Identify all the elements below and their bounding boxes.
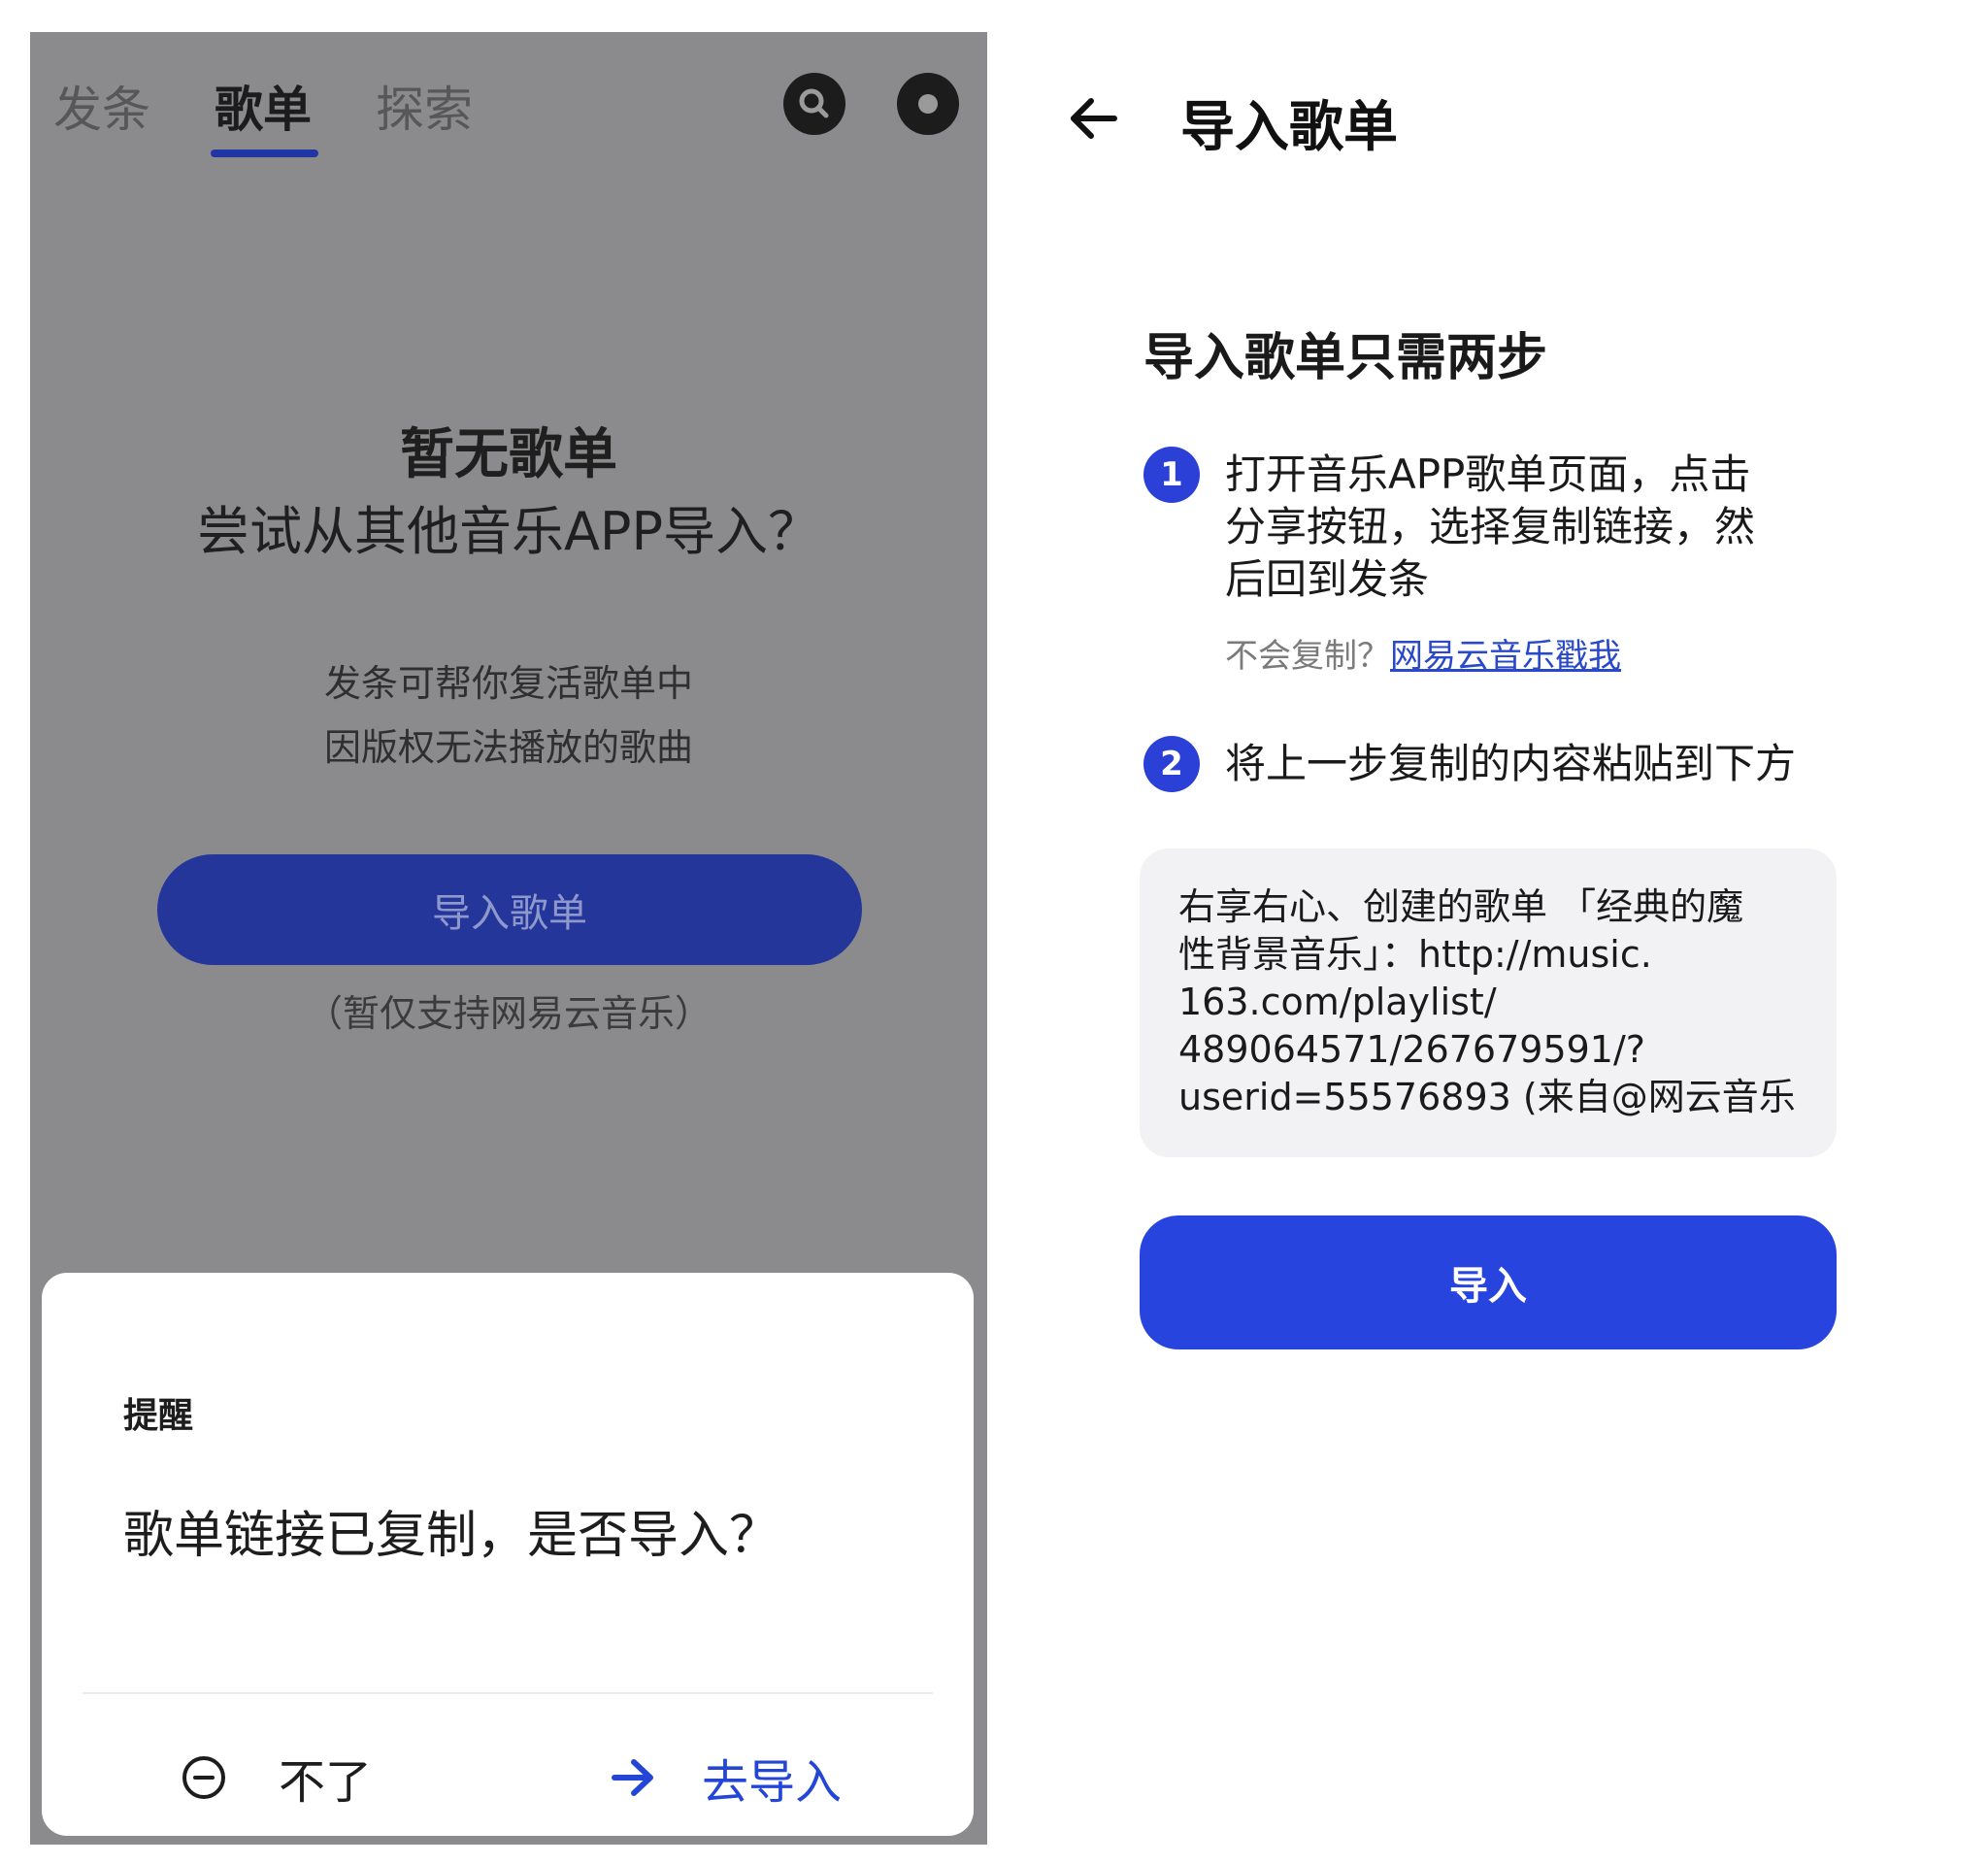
- confirm-import-dialog: 提醒 歌单链接已复制，是否导入？ 不了 去导入: [42, 1273, 974, 1836]
- back-arrow-icon[interactable]: [1066, 89, 1124, 148]
- record-icon: [918, 94, 938, 114]
- playlist-screen-with-dialog: 发条 歌单 探索 暂无歌单 尝试从其他音乐APP导入？ 发条可帮你复活歌单中 因…: [30, 32, 987, 1845]
- arrow-right-icon: [612, 1759, 653, 1796]
- empty-state-desc-2: 因版权无法播放的歌曲: [323, 726, 693, 769]
- paste-line: 489064571/267679591/?: [1178, 1028, 1645, 1071]
- step-2-badge: 2: [1143, 736, 1200, 792]
- search-button[interactable]: [783, 73, 845, 135]
- dialog-title: 提醒: [123, 1396, 194, 1436]
- active-tab-indicator: [211, 150, 318, 157]
- steps-heading: 导入歌单只需两步: [1143, 329, 1548, 387]
- copy-help-prefix: 不会复制？: [1225, 637, 1390, 676]
- empty-state-subtitle: 尝试从其他音乐APP导入？: [196, 501, 821, 562]
- import-button[interactable]: 导入: [1140, 1215, 1837, 1349]
- paste-line: 右享右心、创建的歌单 「经典的魔: [1178, 885, 1744, 928]
- support-note: （暂仅支持网易云音乐）: [305, 992, 712, 1035]
- step-1-line-1: 打开音乐APP歌单页面，点击: [1225, 450, 1751, 498]
- step-1-line-2: 分享按钮，选择复制链接，然: [1225, 503, 1756, 550]
- step-2-text: 将上一步复制的内容粘贴到下方: [1225, 740, 1797, 787]
- empty-state-desc-1: 发条可帮你复活歌单中: [323, 662, 693, 705]
- paste-line: 性背景音乐」：http://music.: [1178, 933, 1652, 976]
- step-1-line-3: 后回到发条: [1225, 555, 1430, 603]
- step-1-text: 打开音乐APP歌单页面，点击 分享按钮，选择复制链接，然 后回到发条: [1225, 449, 1755, 606]
- go-import-button[interactable]: 去导入: [609, 1731, 842, 1824]
- search-icon: [799, 88, 829, 118]
- dialog-message: 歌单链接已复制，是否导入？: [123, 1507, 780, 1565]
- tab-fatiao[interactable]: 发条: [53, 71, 150, 149]
- copy-help: 不会复制？网易云音乐戳我: [1225, 629, 1621, 677]
- import-playlist-button[interactable]: 导入歌单: [157, 854, 862, 965]
- step-1-badge: 1: [1143, 447, 1200, 503]
- cancel-button[interactable]: 不了: [180, 1731, 372, 1824]
- paste-link-input[interactable]: 右享右心、创建的歌单 「经典的魔 性背景音乐」：http://music. 16…: [1140, 849, 1837, 1157]
- paste-line: 163.com/playlist/: [1178, 981, 1497, 1023]
- dialog-divider: [83, 1692, 933, 1694]
- tab-playlist[interactable]: 歌单: [215, 71, 312, 149]
- tab-explore[interactable]: 探索: [376, 71, 473, 149]
- go-import-label: 去导入: [702, 1755, 843, 1810]
- netease-help-link[interactable]: 网易云音乐戳我: [1390, 637, 1621, 676]
- cancel-label: 不了: [279, 1755, 373, 1810]
- record-button[interactable]: [897, 73, 959, 135]
- page-title: 导入歌单: [1180, 96, 1398, 159]
- paste-line: userid=55576893 (来自@网云音乐: [1178, 1076, 1796, 1118]
- minus-circle-icon: [182, 1756, 225, 1799]
- empty-state-title: 暂无歌单: [400, 423, 617, 486]
